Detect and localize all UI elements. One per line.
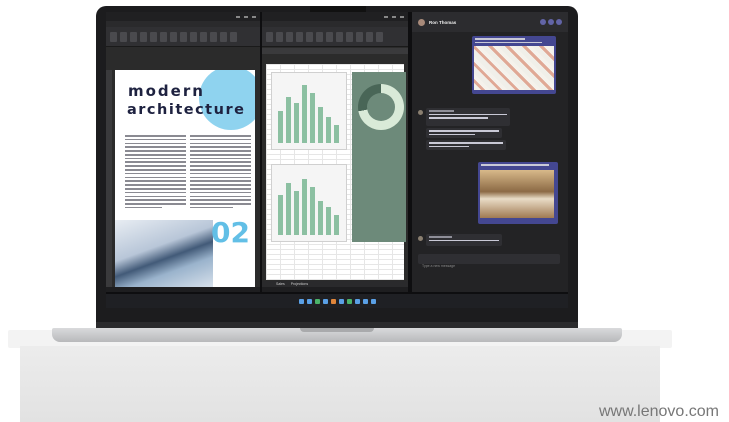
audio-call-icon	[548, 19, 554, 25]
app-icon	[338, 298, 344, 304]
app-icon	[330, 298, 336, 304]
bar	[326, 207, 331, 235]
taskbar[interactable]	[106, 294, 568, 308]
sender-avatar	[418, 110, 423, 115]
page-number: 02	[211, 216, 250, 249]
bar	[294, 191, 299, 235]
bar	[310, 93, 315, 143]
app-icon	[314, 298, 320, 304]
app-icon	[370, 298, 376, 304]
document-title-line1: modern	[128, 82, 205, 100]
bar	[318, 107, 323, 143]
sender-avatar	[418, 236, 423, 241]
word-ribbon[interactable]	[106, 27, 260, 47]
pedestal	[20, 346, 660, 422]
compose-box[interactable]: Type a new message	[418, 254, 560, 268]
document-page[interactable]: modern architecture 02	[115, 70, 255, 288]
bar-chart-1[interactable]	[271, 72, 347, 150]
chat-header: Ron Thomas	[412, 12, 568, 32]
excel-ribbon[interactable]	[262, 27, 408, 47]
bar-chart-1-svg	[278, 85, 339, 143]
bar	[302, 85, 307, 143]
product-shot: modern architecture 02 Sales Projections…	[0, 0, 729, 422]
app-icon	[362, 298, 368, 304]
excel-taskbar-icon	[346, 298, 352, 304]
window-controls[interactable]	[236, 15, 256, 18]
sheet-tab-sales[interactable]: Sales	[276, 282, 285, 286]
bar	[278, 111, 283, 143]
text-column-left	[125, 135, 186, 209]
compose-placeholder: Type a new message	[422, 264, 456, 268]
decorative-circle	[199, 70, 255, 130]
search-icon	[306, 298, 312, 304]
bar	[302, 179, 307, 235]
teams-window[interactable]: Ron Thomas Type a new message	[412, 12, 568, 292]
body-text-columns	[125, 135, 251, 209]
start-icon	[298, 298, 304, 304]
sheet-tab-projections[interactable]: Projections	[291, 282, 308, 286]
call-buttons[interactable]	[540, 19, 562, 25]
app-icon	[322, 298, 328, 304]
share-icon	[556, 19, 562, 25]
contact-avatar[interactable]	[418, 18, 425, 26]
bar-chart-2-svg	[278, 179, 339, 235]
formula-bar[interactable]	[262, 48, 408, 54]
document-title-line2: architecture	[127, 102, 246, 118]
text-column-right	[190, 135, 251, 209]
bar	[310, 187, 315, 235]
vertical-ruler	[106, 70, 112, 288]
incoming-message-1[interactable]	[426, 108, 510, 126]
incoming-message-4[interactable]	[426, 234, 502, 246]
bar	[286, 97, 291, 143]
word-statusbar	[106, 287, 260, 292]
architecture-photo	[115, 220, 213, 288]
bar	[318, 201, 323, 235]
excel-statusbar	[262, 287, 408, 292]
video-call-icon	[540, 19, 546, 25]
bar	[294, 103, 299, 143]
bar	[334, 215, 339, 235]
contact-name[interactable]: Ron Thomas	[429, 20, 456, 25]
bar	[278, 195, 283, 235]
excel-window[interactable]: Sales Projections	[262, 12, 408, 292]
word-taskbar-icon	[354, 298, 360, 304]
trackpad-lip	[300, 328, 374, 332]
word-titlebar[interactable]	[106, 12, 260, 21]
bar	[286, 183, 291, 235]
watermark-url: www.lenovo.com	[598, 403, 719, 420]
excel-titlebar[interactable]	[262, 12, 408, 21]
incoming-message-2[interactable]	[426, 128, 502, 138]
laptop-screen: modern architecture 02 Sales Projections…	[106, 12, 568, 308]
window-controls[interactable]	[384, 15, 404, 18]
bar	[334, 125, 339, 143]
attached-image-interior[interactable]	[480, 170, 554, 218]
bar	[326, 117, 331, 143]
word-window[interactable]: modern architecture 02	[106, 12, 260, 292]
attached-image-facade[interactable]	[474, 46, 554, 90]
incoming-message-3[interactable]	[426, 140, 506, 150]
bar-chart-2[interactable]	[271, 164, 347, 242]
donut-chart-hole	[367, 93, 395, 121]
